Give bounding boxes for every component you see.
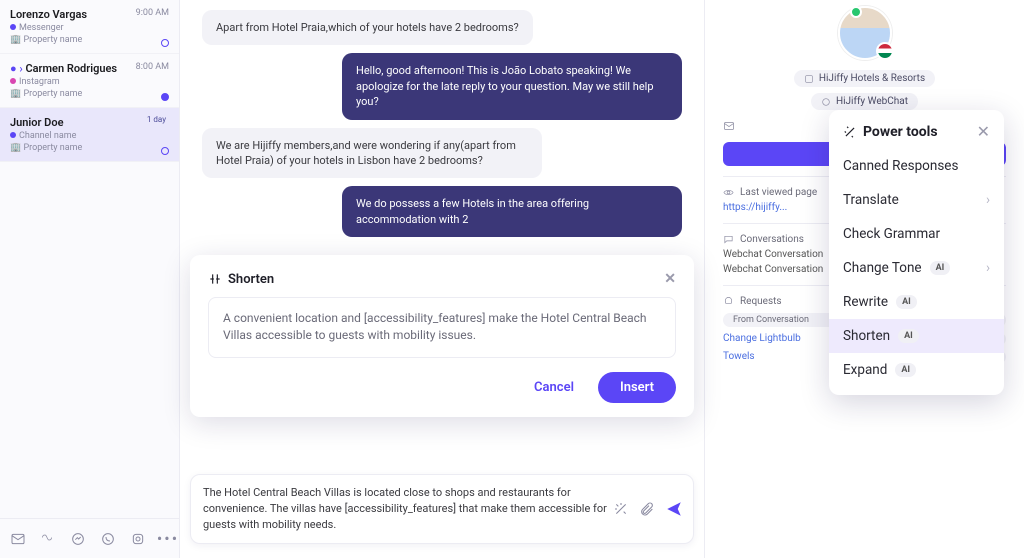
pt-change-tone[interactable]: Change ToneAI› [829, 251, 1004, 285]
brand-chip: HiJiffy Hotels & Resorts [794, 70, 935, 87]
status-indicator [161, 39, 169, 47]
property-label: 🏢 Property name [10, 143, 169, 153]
timestamp: 1 day [142, 114, 171, 125]
whatsapp-icon[interactable] [100, 531, 116, 547]
instagram-icon[interactable] [130, 531, 146, 547]
message-outgoing: We do possess a few Hotels in the area o… [342, 186, 682, 237]
send-icon[interactable] [665, 500, 683, 518]
pt-expand[interactable]: ExpandAI [829, 353, 1004, 387]
timestamp: 9:00 AM [136, 8, 169, 18]
status-indicator [161, 93, 169, 101]
pt-translate[interactable]: Translate› [829, 183, 1004, 217]
timestamp: 8:00 AM [136, 62, 169, 72]
conversation-item[interactable]: Lorenzo Vargas Messenger 🏢 Property name… [0, 0, 179, 54]
footer-channel-icons: ••• [0, 518, 179, 558]
conversation-list: Lorenzo Vargas Messenger 🏢 Property name… [0, 0, 180, 558]
messenger-icon[interactable] [70, 531, 86, 547]
channel-label: Instagram [10, 77, 169, 87]
more-icon[interactable]: ••• [160, 531, 176, 547]
pt-shorten[interactable]: ShortenAI [829, 319, 1004, 353]
conversation-item[interactable]: ● › Carmen Rodrigues Instagram 🏢 Propert… [0, 54, 179, 108]
property-label: 🏢 Property name [10, 89, 169, 99]
attachment-icon[interactable] [639, 501, 655, 517]
dialog-title: Shorten [228, 272, 274, 287]
composer-text: The Hotel Central Beach Villas is locate… [203, 486, 607, 531]
close-icon[interactable]: ✕ [977, 122, 990, 141]
avatar [838, 6, 892, 60]
loop-icon[interactable] [40, 531, 56, 547]
shorten-icon [208, 272, 222, 286]
message-incoming: Apart from Hotel Praia,which of your hot… [202, 10, 533, 45]
channel-label: Messenger [10, 23, 169, 33]
flag-icon [876, 42, 894, 60]
webchat-chip: HiJiffy WebChat [811, 93, 918, 110]
shorten-suggestion: A convenient location and [accessibility… [208, 297, 676, 358]
magic-icon[interactable] [613, 501, 629, 517]
close-icon[interactable]: ✕ [664, 271, 676, 287]
shorten-dialog: Shorten ✕ A convenient location and [acc… [190, 255, 694, 417]
mail-icon[interactable] [10, 531, 26, 547]
status-indicator [161, 147, 169, 155]
insert-button[interactable]: Insert [598, 372, 676, 403]
message-composer[interactable]: The Hotel Central Beach Villas is locate… [190, 474, 694, 544]
pt-check-grammar[interactable]: Check Grammar [829, 217, 1004, 251]
power-tools-icon [843, 125, 857, 139]
property-label: 🏢 Property name [10, 35, 169, 45]
pt-canned-responses[interactable]: Canned Responses [829, 149, 1004, 183]
message-outgoing: Hello, good afternoon! This is João Loba… [342, 53, 682, 119]
pt-rewrite[interactable]: RewriteAI [829, 285, 1004, 319]
conversation-item-active[interactable]: Junior Doe Channel name 🏢 Property name … [0, 108, 179, 162]
power-tools-popover: Power tools ✕ Canned Responses Translate… [829, 110, 1004, 395]
cancel-button[interactable]: Cancel [520, 372, 588, 403]
channel-label: Channel name [10, 131, 169, 141]
chat-pane: Apart from Hotel Praia,which of your hot… [180, 0, 704, 558]
popover-title: Power tools [863, 124, 938, 140]
message-incoming: We are Hijiffy members,and were wonderin… [202, 128, 542, 179]
